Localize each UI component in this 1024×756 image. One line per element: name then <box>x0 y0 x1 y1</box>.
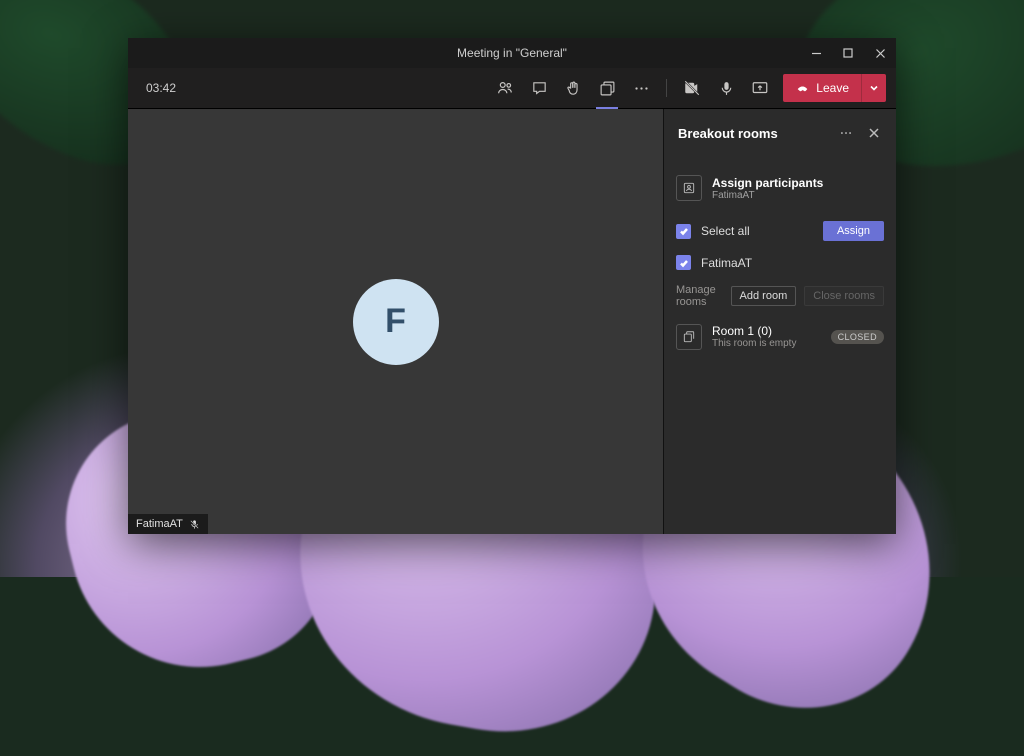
manage-rooms-label: Manage rooms <box>676 284 723 308</box>
panel-close-icon[interactable] <box>864 123 884 143</box>
participants-icon[interactable] <box>490 73 520 103</box>
assign-participants-icon <box>676 175 702 201</box>
panel-title: Breakout rooms <box>678 126 828 141</box>
raise-hand-icon[interactable] <box>558 73 588 103</box>
add-room-button[interactable]: Add room <box>731 286 797 306</box>
meeting-window: Meeting in "General" 03:42 <box>128 38 896 534</box>
select-all-label: Select all <box>701 224 813 238</box>
window-title: Meeting in "General" <box>457 46 567 60</box>
participant-name: FatimaAT <box>701 256 884 270</box>
participant-avatar: F <box>353 279 439 365</box>
room-name: Room 1 (0) <box>712 325 821 338</box>
room-item[interactable]: Room 1 (0) This room is empty CLOSED <box>676 324 884 350</box>
leave-options-button[interactable] <box>861 74 886 102</box>
more-actions-icon[interactable] <box>626 73 656 103</box>
leave-label: Leave <box>816 81 849 95</box>
minimize-button[interactable] <box>800 38 832 68</box>
close-window-button[interactable] <box>864 38 896 68</box>
assign-button[interactable]: Assign <box>823 221 884 241</box>
breakout-rooms-icon[interactable] <box>592 73 622 103</box>
participant-checkbox[interactable] <box>676 255 691 270</box>
select-all-checkbox[interactable] <box>676 224 691 239</box>
chat-icon[interactable] <box>524 73 554 103</box>
room-subtitle: This room is empty <box>712 338 821 349</box>
breakout-panel: Breakout rooms Assign participants Fat <box>663 109 896 534</box>
share-screen-icon[interactable] <box>745 73 775 103</box>
maximize-button[interactable] <box>832 38 864 68</box>
avatar-initial: F <box>385 302 406 341</box>
assign-participants-header: Assign participants FatimaAT <box>676 175 884 201</box>
room-icon <box>676 324 702 350</box>
microphone-icon[interactable] <box>711 73 741 103</box>
title-bar: Meeting in "General" <box>128 38 896 68</box>
participant-name-label: FatimaAT <box>136 518 183 530</box>
mic-muted-icon <box>189 519 200 530</box>
panel-more-icon[interactable] <box>836 123 856 143</box>
camera-off-icon[interactable] <box>677 73 707 103</box>
close-rooms-button[interactable]: Close rooms <box>804 286 884 306</box>
meeting-toolbar: 03:42 <box>128 68 896 109</box>
leave-button[interactable]: Leave <box>783 74 861 102</box>
room-status-badge: CLOSED <box>831 330 884 344</box>
assign-subheading: FatimaAT <box>712 190 823 201</box>
participant-tag: FatimaAT <box>128 514 208 534</box>
meeting-timer: 03:42 <box>138 81 176 95</box>
video-stage: F FatimaAT <box>128 109 663 534</box>
toolbar-separator <box>666 79 667 97</box>
assign-heading: Assign participants <box>712 176 823 190</box>
